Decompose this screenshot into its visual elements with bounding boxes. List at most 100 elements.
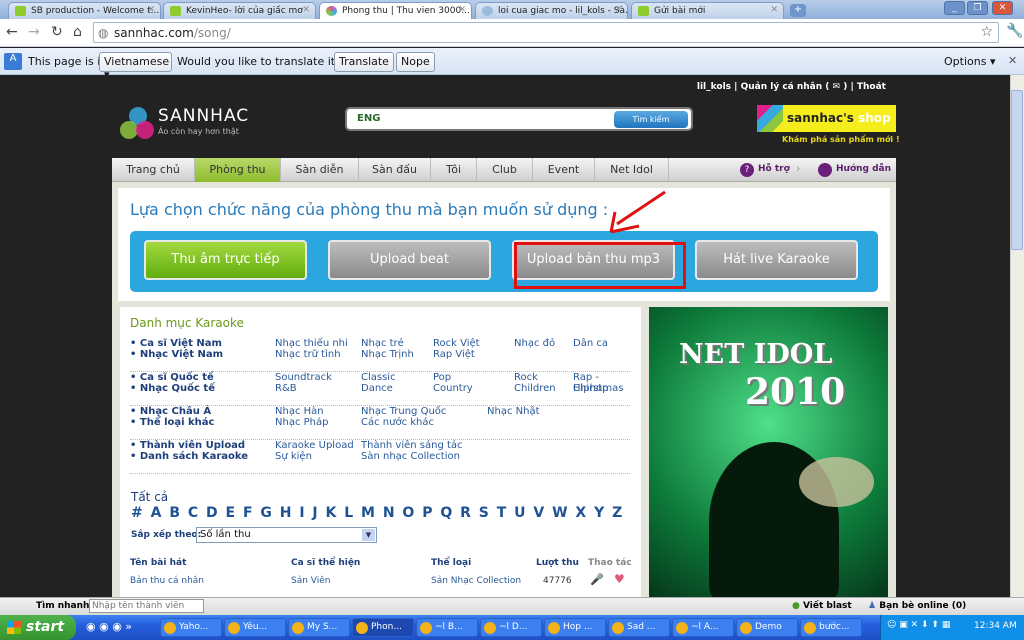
taskbar-item[interactable]: Hop ... xyxy=(544,618,606,637)
taskbar-item[interactable]: ~l D... xyxy=(480,618,542,637)
browser-tab[interactable]: SB production - Welcome t... ✕ xyxy=(8,2,161,19)
translate-button[interactable]: Translate xyxy=(334,52,394,72)
star-icon[interactable]: ☆ xyxy=(980,24,993,40)
nav-item-studio[interactable]: Phòng thu xyxy=(195,158,281,182)
catalog-subcategory-link[interactable]: Nhạc trẻ xyxy=(361,338,404,349)
close-icon[interactable]: ✕ xyxy=(1008,54,1017,67)
browser-tab[interactable]: loi cua giac mo - lil_kols - Sà... ✕ xyxy=(475,2,628,19)
guide-link[interactable]: Hướng dẫn xyxy=(836,164,891,174)
catalog-category-link[interactable]: • Thành viên Upload xyxy=(130,440,245,451)
catalog-subcategory-link[interactable]: Chirstmas xyxy=(573,383,623,394)
minimize-button[interactable]: _ xyxy=(944,1,965,15)
catalog-subcategory-link[interactable]: Nhạc Trịnh xyxy=(361,349,414,360)
all-label[interactable]: Tất cả xyxy=(131,490,168,504)
nav-item-event[interactable]: Event xyxy=(533,158,595,182)
close-icon[interactable]: ✕ xyxy=(302,5,310,15)
catalog-subcategory-link[interactable]: Classic xyxy=(361,372,396,383)
catalog-subcategory-link[interactable]: Nhạc Nhật xyxy=(487,406,540,417)
reload-icon[interactable]: ↻ xyxy=(51,24,63,40)
maximize-button[interactable]: ❐ xyxy=(967,1,988,15)
address-bar[interactable]: ◍ sannhac.com/song/ ☆ xyxy=(93,22,999,43)
catalog-subcategory-link[interactable]: Dân ca xyxy=(573,338,608,349)
taskbar-item[interactable]: Sad ... xyxy=(608,618,670,637)
nope-button[interactable]: Nope xyxy=(396,52,435,72)
catalog-subcategory-link[interactable]: Rap Việt xyxy=(433,349,475,360)
sannhac-logo[interactable] xyxy=(120,107,156,141)
catalog-subcategory-link[interactable]: Rock xyxy=(514,372,538,383)
catalog-category-link[interactable]: • Thể loại khác xyxy=(130,417,214,428)
live-karaoke-button[interactable]: Hát live Karaoke xyxy=(695,240,858,280)
browser-tab-active[interactable]: Phong thu | Thu vien 3000... ✕ xyxy=(319,2,472,19)
close-window-button[interactable]: ✕ xyxy=(992,1,1013,15)
tray-icons[interactable]: ☺ ▣ ✕ ⬇ ⬆ ▦ xyxy=(887,620,950,630)
catalog-category-link[interactable]: • Danh sách Karaoke xyxy=(130,451,248,462)
taskbar-item[interactable]: ~l A... xyxy=(672,618,734,637)
nav-item-home[interactable]: Trang chủ xyxy=(112,158,195,182)
scrollbar-thumb[interactable] xyxy=(1011,90,1023,250)
catalog-category-link[interactable]: • Nhạc Quốc tế xyxy=(130,383,215,394)
taskbar-item[interactable]: Demo xyxy=(736,618,798,637)
catalog-subcategory-link[interactable]: Các nước khác xyxy=(361,417,434,428)
catalog-subcategory-link[interactable]: Rock Việt xyxy=(433,338,480,349)
language-select[interactable]: Vietnamese ▾ xyxy=(99,52,172,81)
catalog-subcategory-link[interactable]: Karaoke Upload xyxy=(275,440,354,451)
microphone-icon[interactable]: 🎤 xyxy=(590,573,604,586)
taskbar-item[interactable]: Phon... xyxy=(352,618,414,637)
home-icon[interactable]: ⌂ xyxy=(73,24,82,40)
sort-select[interactable]: Số lần thu ▼ xyxy=(196,527,377,543)
catalog-subcategory-link[interactable]: Nhạc Hàn xyxy=(275,406,324,417)
nav-item-club[interactable]: Club xyxy=(477,158,533,182)
taskbar-item[interactable]: Yaho... xyxy=(160,618,222,637)
catalog-subcategory-link[interactable]: Nhạc thiếu nhi xyxy=(275,338,348,349)
catalog-category-link[interactable]: • Nhạc Châu Á xyxy=(130,406,211,417)
cell-song[interactable]: Bản thu cá nhân xyxy=(130,576,204,586)
taskbar-item[interactable]: My S... xyxy=(288,618,350,637)
search-input[interactable]: ENG Tìm kiếm xyxy=(345,107,693,131)
taskbar-item[interactable]: Yêu... xyxy=(224,618,286,637)
start-button[interactable]: start xyxy=(0,615,76,640)
shop-subtitle[interactable]: Khám phá sản phẩm mới ! xyxy=(782,135,900,144)
alphabet-filter[interactable]: # A B C D E F G H I J K L M N O P Q R S … xyxy=(131,505,623,521)
nav-item-net-idol[interactable]: Net Idol xyxy=(595,158,669,182)
back-icon[interactable]: ← xyxy=(6,24,18,40)
close-icon[interactable]: ✕ xyxy=(147,5,155,15)
net-idol-ad[interactable]: NET IDOL 2010 xyxy=(649,307,888,598)
forward-icon[interactable]: → xyxy=(28,24,40,40)
catalog-subcategory-link[interactable]: Soundtrack xyxy=(275,372,332,383)
catalog-category-link[interactable]: • Ca sĩ Quốc tế xyxy=(130,372,214,383)
new-tab-button[interactable]: + xyxy=(790,4,806,17)
catalog-subcategory-link[interactable]: Thành viên sáng tác xyxy=(361,440,463,451)
friends-online-button[interactable]: ♟ Bạn bè online (0) xyxy=(868,601,966,611)
catalog-subcategory-link[interactable]: Nhạc Pháp xyxy=(275,417,328,428)
catalog-category-link[interactable]: • Ca sĩ Việt Nam xyxy=(130,338,222,349)
catalog-subcategory-link[interactable]: Nhạc trữ tình xyxy=(275,349,341,360)
help-link[interactable]: Hỗ trợ xyxy=(758,164,790,174)
taskbar-item[interactable]: bước... xyxy=(800,618,862,637)
taskbar-item[interactable]: ~l B... xyxy=(416,618,478,637)
quick-search-input[interactable] xyxy=(89,599,204,613)
options-button[interactable]: Options ▾ xyxy=(944,55,995,68)
nav-item-stage[interactable]: Sàn diễn xyxy=(281,158,359,182)
close-icon[interactable]: ✕ xyxy=(614,5,622,15)
catalog-subcategory-link[interactable]: Pop xyxy=(433,372,451,383)
quick-launch-icons[interactable]: ◉ ◉ ◉ » xyxy=(86,620,132,633)
catalog-subcategory-link[interactable]: Country xyxy=(433,383,473,394)
catalog-subcategory-link[interactable]: Nhạc đỏ xyxy=(514,338,555,349)
catalog-subcategory-link[interactable]: R&B xyxy=(275,383,297,394)
shop-banner[interactable]: sannhac's shop xyxy=(757,105,896,132)
user-links[interactable]: lil_kols | Quản lý cá nhân ( ✉ ) | Thoát xyxy=(697,82,886,92)
browser-tab[interactable]: Gửi bài mới ✕ xyxy=(631,2,784,19)
blast-button[interactable]: ● Viết blast xyxy=(792,601,852,611)
heart-icon[interactable]: ♥ xyxy=(614,572,625,586)
cell-singer[interactable]: Sản Viên xyxy=(291,576,331,586)
close-icon[interactable]: ✕ xyxy=(458,5,466,15)
cell-genre[interactable]: Sản Nhạc Collection xyxy=(431,576,521,586)
catalog-subcategory-link[interactable]: Nhạc Trung Quốc xyxy=(361,406,446,417)
catalog-subcategory-link[interactable]: Sàn nhạc Collection xyxy=(361,451,460,462)
search-button[interactable]: Tìm kiếm xyxy=(614,111,688,128)
catalog-subcategory-link[interactable]: Sự kiện xyxy=(275,451,312,462)
catalog-category-link[interactable]: • Nhạc Việt Nam xyxy=(130,349,223,360)
catalog-subcategory-link[interactable]: Children xyxy=(514,383,556,394)
close-icon[interactable]: ✕ xyxy=(770,5,778,15)
wrench-icon[interactable]: 🔧 xyxy=(1006,23,1023,39)
